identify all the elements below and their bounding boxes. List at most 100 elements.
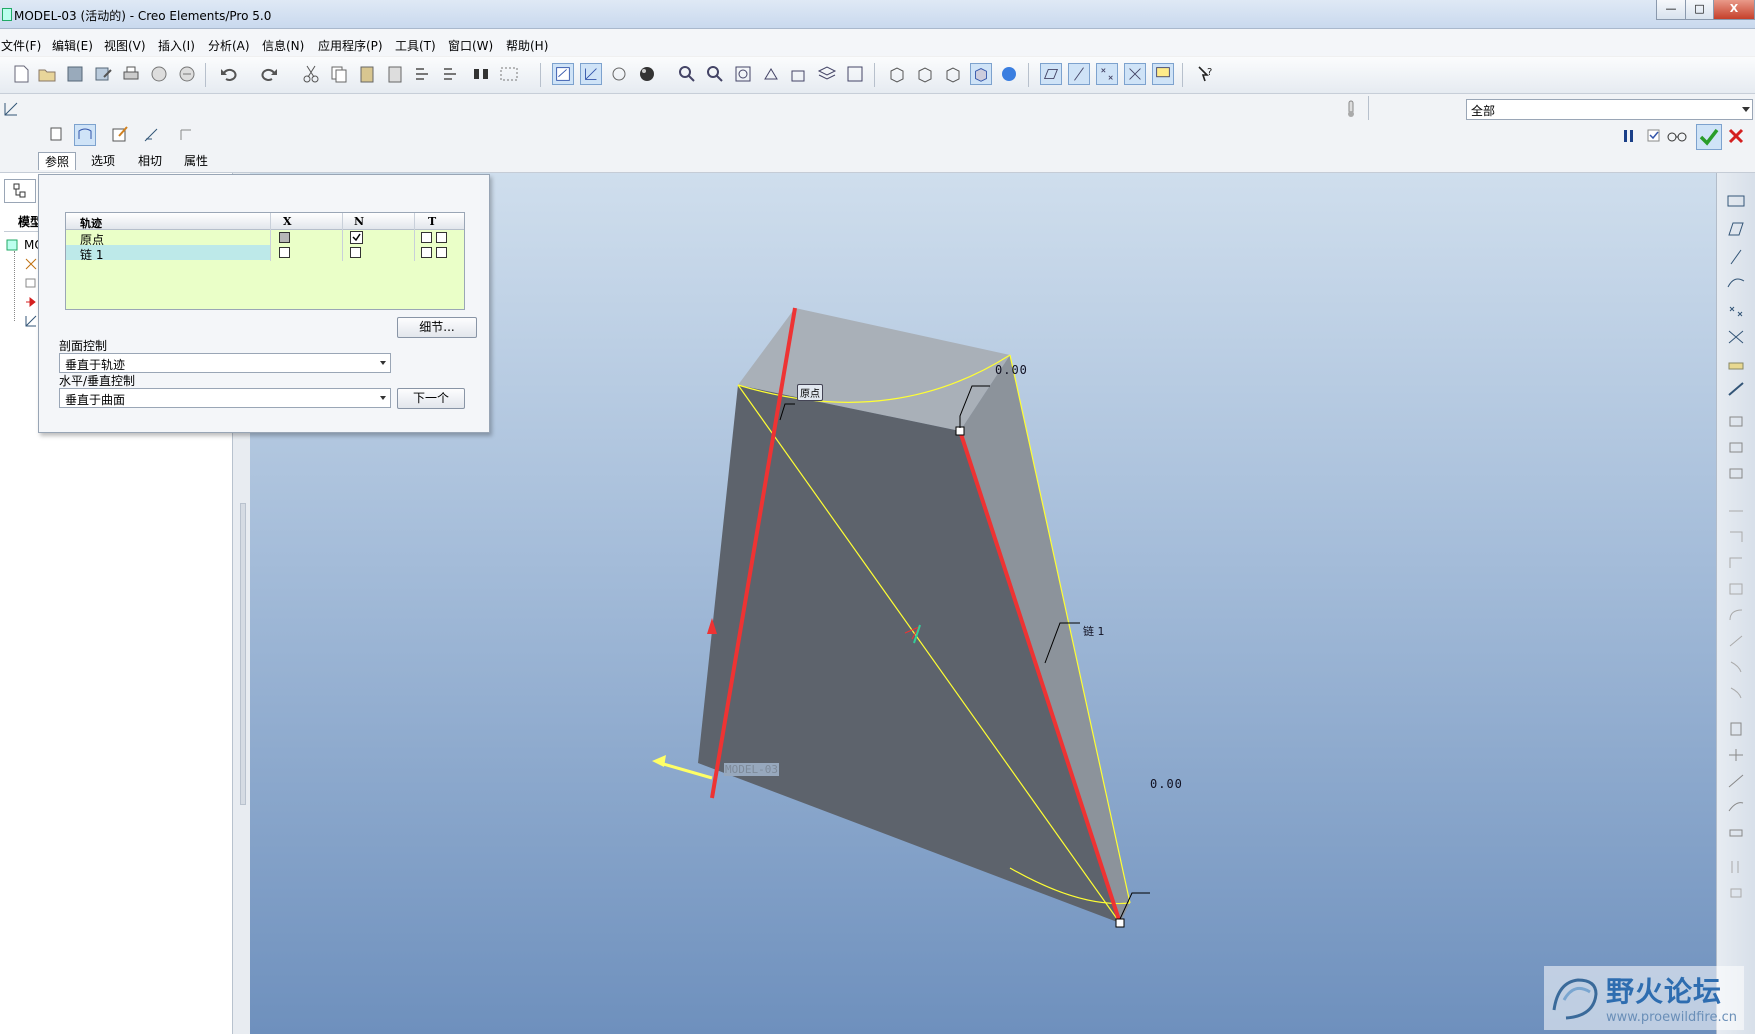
table-row[interactable]: 链 1 xyxy=(66,245,464,262)
extrude-tool-icon[interactable] xyxy=(1727,413,1745,429)
chain-label[interactable]: 链 1 xyxy=(1083,623,1105,639)
datum-axes-icon[interactable] xyxy=(1068,63,1090,85)
origin-label[interactable]: 原点 xyxy=(797,384,823,401)
regen-manager-icon[interactable] xyxy=(440,63,462,85)
tab-references[interactable]: 参照 xyxy=(38,152,77,170)
remove-material-icon[interactable] xyxy=(142,124,162,144)
paste-special-icon[interactable] xyxy=(384,63,406,85)
pattern-tool-icon[interactable] xyxy=(1727,659,1745,675)
verify-checkbox-icon[interactable] xyxy=(1647,128,1661,144)
dim-top-label[interactable]: 0.00 xyxy=(995,363,1028,377)
next-button[interactable]: 下一个 xyxy=(397,388,465,409)
saved-views-icon[interactable] xyxy=(788,63,810,85)
menu-window[interactable]: 窗口(W) xyxy=(448,37,493,54)
splitter-grip[interactable] xyxy=(240,503,246,805)
round-tool-icon[interactable] xyxy=(1727,607,1745,623)
context-help-icon[interactable]: ? xyxy=(1194,63,1216,85)
menu-tools[interactable]: 工具(T) xyxy=(395,37,436,54)
x-checkbox[interactable] xyxy=(279,247,290,258)
dim-bottom-label[interactable]: 0.00 xyxy=(1150,777,1183,791)
hv-control-select[interactable]: 垂直于曲面 xyxy=(59,388,391,408)
revolve-tool-icon[interactable] xyxy=(1727,439,1745,455)
hole-tool-icon[interactable] xyxy=(1727,503,1745,519)
rib-tool-icon[interactable] xyxy=(1727,555,1745,571)
offset-tool-icon[interactable] xyxy=(1727,799,1745,815)
t-checkbox[interactable] xyxy=(421,247,432,258)
email-link-icon[interactable] xyxy=(176,63,198,85)
new-file-icon[interactable] xyxy=(10,63,32,85)
view-manager-icon[interactable] xyxy=(844,63,866,85)
datum-plane-tool-icon[interactable] xyxy=(1727,221,1745,237)
sketch-tool-icon[interactable] xyxy=(1727,193,1745,209)
open-folder-icon[interactable] xyxy=(36,63,58,85)
datum-points-icon[interactable] xyxy=(1096,63,1118,85)
t-checkbox[interactable] xyxy=(436,247,447,258)
solidify-tool-icon[interactable] xyxy=(1727,859,1745,875)
t-checkbox[interactable] xyxy=(421,232,432,243)
tab-options[interactable]: 选项 xyxy=(85,152,121,169)
filter-select[interactable]: 全部 xyxy=(1466,99,1753,120)
datum-axis-tool-icon[interactable] xyxy=(1727,249,1745,265)
tab-tangency[interactable]: 相切 xyxy=(132,152,168,169)
wireframe-icon[interactable] xyxy=(886,63,908,85)
chain-end-handle[interactable] xyxy=(1115,918,1125,928)
reorient-icon[interactable] xyxy=(760,63,782,85)
shaded-icon[interactable] xyxy=(970,63,992,85)
draft-tool-icon[interactable] xyxy=(1727,581,1745,597)
menu-edit[interactable]: 编辑(E) xyxy=(52,37,93,54)
n-checkbox[interactable] xyxy=(350,247,361,258)
sketch-toggle-icon[interactable] xyxy=(552,63,574,85)
annotations-icon[interactable] xyxy=(1152,63,1174,85)
orient-icon[interactable] xyxy=(608,63,630,85)
save-copy-icon[interactable] xyxy=(92,63,114,85)
email-icon[interactable] xyxy=(148,63,170,85)
minimize-button[interactable]: — xyxy=(1656,0,1686,20)
datum-planes-icon[interactable] xyxy=(1040,63,1062,85)
find-icon[interactable] xyxy=(470,63,492,85)
regenerate-icon[interactable] xyxy=(412,63,434,85)
cut-icon[interactable] xyxy=(300,63,322,85)
section-control-select[interactable]: 垂直于轨迹 xyxy=(59,353,391,373)
details-button[interactable]: 细节... xyxy=(397,317,477,338)
x-checkbox[interactable] xyxy=(279,232,290,243)
menu-view[interactable]: 视图(V) xyxy=(104,37,146,54)
redo-icon[interactable] xyxy=(258,63,280,85)
trim-tool-icon[interactable] xyxy=(1727,747,1745,763)
datum-curve-tool-icon[interactable] xyxy=(1727,275,1745,291)
analysis-tool-icon[interactable] xyxy=(1727,355,1745,371)
csys-tool-icon[interactable] xyxy=(1727,329,1745,345)
preview-glasses-icon[interactable] xyxy=(1666,128,1688,144)
restore-button[interactable]: □ xyxy=(1685,0,1714,20)
axis-display-icon[interactable] xyxy=(580,63,602,85)
chamfer-tool-icon[interactable] xyxy=(1727,633,1745,649)
coordinate-systems-icon[interactable] xyxy=(1124,63,1146,85)
n-checkbox-checked[interactable] xyxy=(350,231,363,244)
datum-point-tool-icon[interactable] xyxy=(1727,303,1745,319)
mirror-tool-icon[interactable] xyxy=(1727,685,1745,701)
accept-check-icon[interactable] xyxy=(1696,124,1722,150)
sketch-section-icon[interactable] xyxy=(110,124,130,144)
model-tree-tab-icon[interactable] xyxy=(4,179,36,203)
table-row[interactable]: 原点 xyxy=(66,230,464,247)
more-tools-icon[interactable] xyxy=(1727,885,1745,901)
thicken-tool-icon[interactable] xyxy=(1727,825,1745,841)
surface-icon[interactable] xyxy=(74,124,96,146)
zoom-out-icon[interactable] xyxy=(704,63,726,85)
merge-tool-icon[interactable] xyxy=(1727,721,1745,737)
menu-help[interactable]: 帮助(H) xyxy=(506,37,548,54)
t-checkbox[interactable] xyxy=(436,232,447,243)
menu-analysis[interactable]: 分析(A) xyxy=(208,37,250,54)
paste-icon[interactable] xyxy=(356,63,378,85)
chain-start-handle[interactable] xyxy=(955,426,965,436)
menu-insert[interactable]: 插入(I) xyxy=(158,37,195,54)
print-icon[interactable] xyxy=(120,63,142,85)
shading-sphere-icon[interactable] xyxy=(636,63,658,85)
thicken-icon[interactable] xyxy=(176,124,196,144)
menu-file[interactable]: 文件(F) xyxy=(1,37,41,54)
tab-properties[interactable]: 属性 xyxy=(178,152,214,169)
save-icon[interactable] xyxy=(64,63,86,85)
hidden-line-icon[interactable] xyxy=(914,63,936,85)
zoom-in-icon[interactable] xyxy=(676,63,698,85)
chain-tool-icon[interactable] xyxy=(1727,381,1745,397)
undo-icon[interactable] xyxy=(218,63,240,85)
